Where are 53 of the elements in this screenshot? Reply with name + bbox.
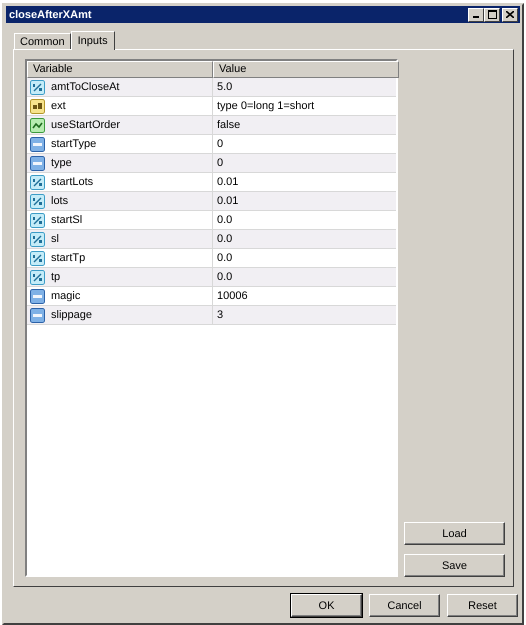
variable-name: startTp (51, 252, 86, 264)
bool-type-icon (30, 118, 45, 133)
value-cell[interactable]: 0 (213, 154, 399, 172)
int-type-icon (30, 288, 45, 304)
value-cell[interactable]: 0.0 (213, 230, 399, 248)
int-type-icon (30, 136, 45, 152)
value-cell[interactable]: 0.01 (213, 192, 399, 210)
variable-name: type (51, 157, 72, 170)
dialog-button[interactable]: Cancel (369, 594, 440, 617)
double-type-icon (30, 270, 45, 285)
maximize-button[interactable] (484, 8, 500, 22)
variable-name: startSl (51, 214, 82, 226)
side-button[interactable]: Load (404, 522, 505, 545)
variable-name: magic (51, 290, 80, 302)
string-type-icon (30, 98, 45, 114)
value-cell[interactable]: false (213, 116, 399, 134)
value-cell[interactable]: 0.0 (213, 249, 399, 268)
column-header[interactable]: Value (213, 61, 399, 78)
column-header[interactable]: Variable (27, 61, 213, 78)
tab[interactable]: Inputs (70, 31, 115, 50)
double-type-icon (30, 212, 45, 228)
dialog-button[interactable]: OK (291, 594, 362, 617)
value-cell[interactable]: 5.0 (213, 78, 399, 96)
variable-name: ext (51, 100, 66, 112)
variable-name: startLots (51, 176, 94, 188)
close-button[interactable] (502, 8, 518, 22)
value-cell[interactable]: 10006 (213, 287, 399, 306)
variable-name: slippage (51, 309, 92, 322)
variable-name: startType (51, 138, 96, 150)
maximize-icon (488, 10, 496, 20)
value-cell[interactable]: 0.01 (213, 173, 399, 192)
variable-name: lots (51, 195, 68, 208)
tab[interactable]: Common (14, 33, 71, 50)
minimize-icon (473, 16, 479, 18)
window-title: closeAfterXAmt (9, 8, 93, 21)
variable-name: amtToCloseAt (51, 81, 120, 94)
double-type-icon (30, 250, 45, 266)
value-cell[interactable]: type 0=long 1=short (213, 97, 399, 116)
variable-name: tp (51, 271, 60, 284)
value-cell[interactable]: 3 (213, 306, 399, 324)
double-type-icon (30, 232, 45, 247)
value-cell[interactable]: 0.0 (213, 268, 399, 286)
side-button[interactable]: Save (404, 554, 505, 577)
close-icon (506, 11, 514, 18)
value-cell[interactable]: 0.0 (213, 211, 399, 230)
variable-name: sl (51, 233, 59, 246)
value-cell[interactable]: 0 (213, 135, 399, 154)
variable-name: useStartOrder (51, 119, 120, 132)
dialog-button[interactable]: Reset (447, 594, 518, 617)
minimize-button[interactable] (468, 8, 484, 22)
double-type-icon (30, 174, 45, 190)
double-type-icon (30, 80, 45, 95)
double-type-icon (30, 194, 45, 209)
